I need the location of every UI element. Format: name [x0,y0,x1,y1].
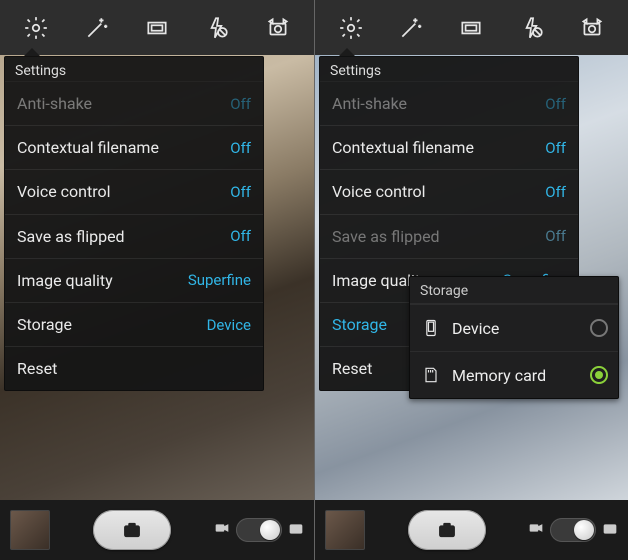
settings-label: Anti-shake [332,94,407,113]
settings-row-voice-control[interactable]: Voice control Off [320,169,578,213]
magic-wand-icon[interactable] [393,10,429,46]
photo-mode-icon [602,520,618,540]
settings-label: Voice control [332,182,426,201]
camera-top-toolbar [0,0,314,55]
settings-row-image-quality[interactable]: Image quality Superfine [5,258,263,302]
phone-left: Settings Anti-shake Off Contextual filen… [0,0,314,560]
settings-label: Save as flipped [332,227,440,246]
mode-toggle[interactable] [528,518,618,542]
phone-right: Settings Anti-shake Off Contextual filen… [314,0,628,560]
radio-checked-icon [590,366,608,384]
flash-off-icon[interactable] [514,10,550,46]
popover-pointer [339,48,355,56]
switch-camera-icon[interactable] [574,10,610,46]
popover-pointer [24,48,40,56]
settings-value: Superfine [188,271,251,289]
flash-off-icon[interactable] [199,10,235,46]
storage-popover-title: Storage [410,277,618,304]
gear-icon[interactable] [18,10,54,46]
device-icon [420,317,442,339]
settings-value: Device [207,316,251,334]
settings-row-save-as-flipped[interactable]: Save as flipped Off [5,214,263,258]
settings-label: Contextual filename [332,138,474,157]
settings-label: Reset [332,359,372,378]
settings-value: Off [545,183,566,201]
aspect-frame-icon[interactable] [139,10,175,46]
settings-panel: Settings Anti-shake Off Contextual filen… [4,56,264,391]
shutter-button[interactable] [408,510,486,550]
settings-value: Off [545,95,566,113]
settings-value: Off [230,183,251,201]
settings-title: Settings [5,57,263,81]
storage-popover: Storage Device Memory card [409,276,619,399]
settings-label: Contextual filename [17,138,159,157]
storage-option-device[interactable]: Device [410,304,618,351]
shutter-button[interactable] [93,510,171,550]
storage-option-label: Device [452,319,590,338]
settings-row-storage[interactable]: Storage Device [5,302,263,346]
settings-row-save-as-flipped[interactable]: Save as flipped Off [320,214,578,258]
storage-option-label: Memory card [452,366,590,385]
mode-switch[interactable] [550,518,596,542]
gear-icon[interactable] [333,10,369,46]
settings-label: Image quality [17,271,113,290]
settings-label: Storage [17,315,72,334]
video-mode-icon [528,520,544,540]
settings-value: Off [230,139,251,157]
mode-switch[interactable] [236,518,282,542]
settings-row-contextual-filename[interactable]: Contextual filename Off [5,125,263,169]
switch-camera-icon[interactable] [260,10,296,46]
settings-row-reset[interactable]: Reset [5,346,263,390]
radio-unchecked-icon [590,319,608,337]
settings-value: Off [230,227,251,245]
aspect-frame-icon[interactable] [453,10,489,46]
camera-bottom-bar [0,500,314,560]
gallery-thumbnail[interactable] [325,510,365,550]
settings-row-contextual-filename[interactable]: Contextual filename Off [320,125,578,169]
settings-label: Anti-shake [17,94,92,113]
sd-card-icon [420,364,442,386]
magic-wand-icon[interactable] [79,10,115,46]
photo-mode-icon [288,520,304,540]
settings-row-anti-shake[interactable]: Anti-shake Off [320,81,578,125]
settings-row-anti-shake[interactable]: Anti-shake Off [5,81,263,125]
settings-value: Off [230,95,251,113]
settings-row-voice-control[interactable]: Voice control Off [5,169,263,213]
settings-value: Off [545,227,566,245]
mode-toggle[interactable] [214,518,304,542]
settings-label: Save as flipped [17,227,125,246]
gallery-thumbnail[interactable] [10,510,50,550]
video-mode-icon [214,520,230,540]
settings-value: Off [545,139,566,157]
settings-title: Settings [320,57,578,81]
settings-label: Voice control [17,182,111,201]
settings-label: Reset [17,359,57,378]
camera-bottom-bar [315,500,628,560]
storage-option-memory-card[interactable]: Memory card [410,351,618,398]
settings-label: Storage [332,315,387,334]
screenshot-container: Settings Anti-shake Off Contextual filen… [0,0,628,560]
camera-top-toolbar [315,0,628,55]
